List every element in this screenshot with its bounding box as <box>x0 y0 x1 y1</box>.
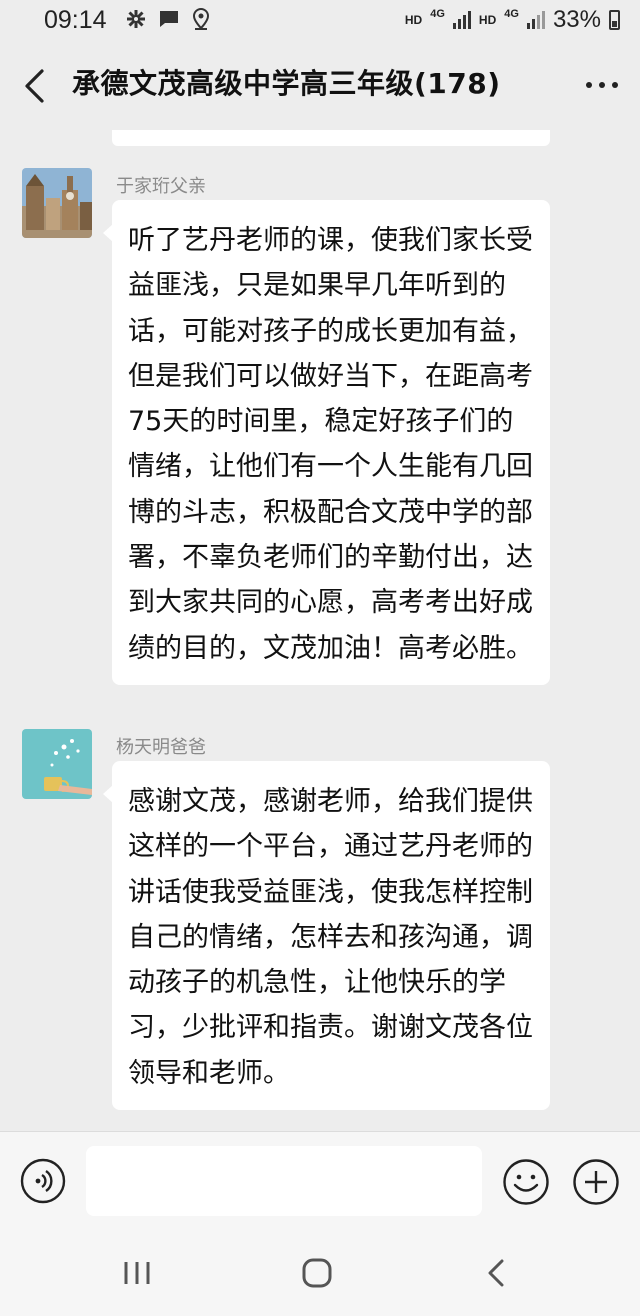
sim1-label: HD <box>404 13 423 27</box>
plus-icon[interactable] <box>572 1158 620 1206</box>
sim2-label: HD <box>478 13 497 27</box>
sim1-network: 4G <box>430 8 445 20</box>
sender-name: 于家珩父亲 <box>116 176 206 197</box>
chat-messages[interactable]: 于家珩父亲 听了艺丹老师的课，使我们家长受益匪浅，只是如果早几年听到的话，可能对… <box>0 130 640 1130</box>
message-bubble[interactable]: 听了艺丹老师的课，使我们家长受益匪浅，只是如果早几年听到的话，可能对孩子的成长更… <box>103 200 550 685</box>
sim2-network: 4G <box>504 8 519 20</box>
gear-icon <box>127 10 145 28</box>
sender-name: 杨天明爸爸 <box>116 737 206 758</box>
avatar[interactable] <box>22 168 92 238</box>
message-input[interactable] <box>86 1146 482 1216</box>
voice-input-icon[interactable] <box>20 1158 66 1204</box>
battery-percent: 33% <box>552 6 601 33</box>
system-back-icon[interactable] <box>484 1258 508 1288</box>
home-icon[interactable] <box>300 1258 334 1288</box>
battery-icon <box>609 10 620 30</box>
message-icon <box>160 11 178 27</box>
chat-header: 承德文茂高级中学高三年级(178) <box>0 44 640 130</box>
status-left-icons <box>126 8 210 30</box>
emoji-icon[interactable] <box>502 1158 550 1206</box>
avatar[interactable] <box>22 729 92 799</box>
message-bubble[interactable]: 感谢文茂，感谢老师，给我们提供这样的一个平台，通过艺丹老师的讲话使我受益匪浅，使… <box>103 761 550 1111</box>
status-time: 09:14 <box>44 6 107 34</box>
input-bar <box>0 1131 640 1232</box>
status-right-icons: HD 4G HD 4G 33% <box>405 6 620 34</box>
signal-icon <box>452 11 471 29</box>
back-arrow-icon[interactable] <box>20 68 50 104</box>
signal-icon <box>526 11 545 29</box>
chat-title: 承德文茂高级中学高三年级(178) <box>72 67 501 100</box>
system-navigation-bar <box>0 1232 640 1316</box>
status-bar: 09:14 HD 4G HD 4G 33% <box>0 0 640 44</box>
more-options-icon[interactable] <box>586 82 618 88</box>
previous-message-bubble <box>112 130 550 146</box>
recent-apps-icon[interactable] <box>120 1258 154 1288</box>
location-icon <box>192 8 210 30</box>
